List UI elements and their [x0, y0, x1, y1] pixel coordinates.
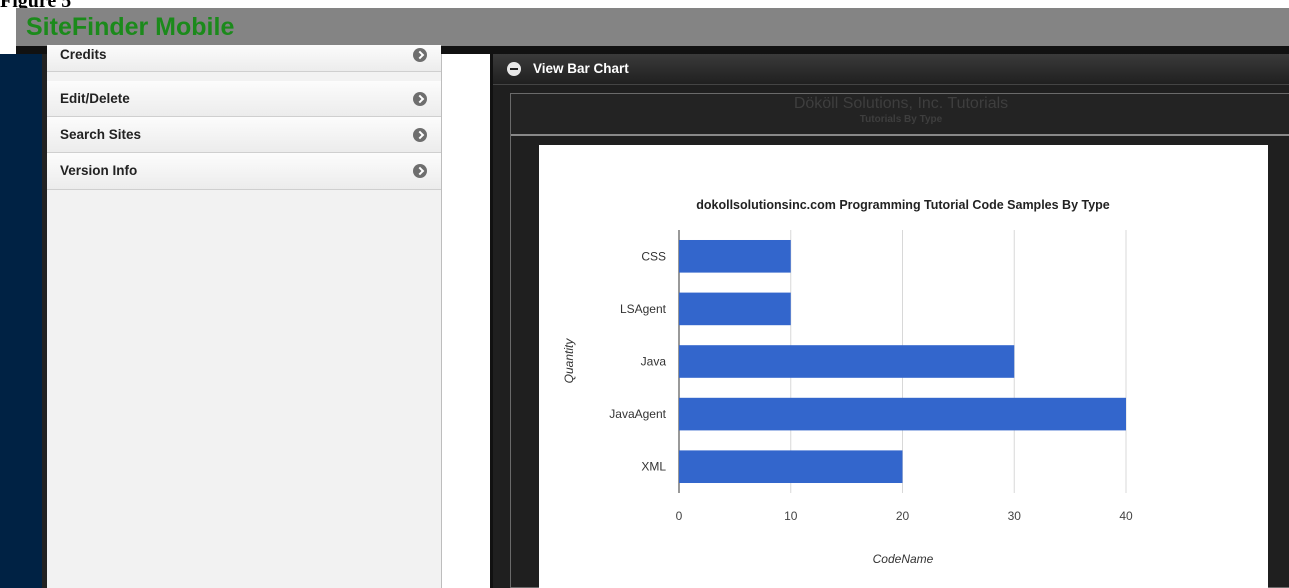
sidebar-item-label: Edit/Delete: [60, 91, 130, 106]
panel-title: View Bar Chart: [533, 61, 629, 76]
sidebar: Credits Edit/Delete Search Sites Version…: [47, 45, 442, 588]
x-tick-label: 30: [1008, 509, 1022, 523]
sidebar-item-credits[interactable]: Credits: [47, 45, 441, 72]
bar: [679, 397, 1126, 431]
chevron-right-icon: [413, 164, 427, 178]
sidebar-item-label: Credits: [60, 47, 107, 62]
category-label: CSS: [641, 249, 666, 263]
sidebar-item-label: Search Sites: [60, 127, 142, 142]
sidebar-item-search-sites[interactable]: Search Sites: [47, 117, 441, 153]
sidebar-item-label: Version Info: [60, 163, 138, 178]
x-tick-label: 40: [1119, 509, 1133, 523]
view-bar-chart-toggle[interactable]: View Bar Chart: [493, 54, 1289, 85]
y-axis-title: Quantity: [562, 338, 576, 384]
bar: [679, 345, 1015, 378]
bar: [679, 239, 791, 273]
report-header: Dököll Solutions, Inc. Tutorials Tutoria…: [511, 94, 1289, 136]
category-label: JavaAgent: [609, 407, 666, 421]
chart-title: dokollsolutionsinc.com Programming Tutor…: [696, 198, 1110, 212]
x-tick-label: 20: [896, 509, 910, 523]
sidebar-item-edit-delete[interactable]: Edit/Delete: [47, 81, 441, 117]
report-title: Dököll Solutions, Inc. Tutorials: [793, 95, 1009, 112]
x-tick-label: 0: [676, 509, 683, 523]
left-edge-strip: [0, 54, 42, 588]
x-tick-label: 10: [784, 509, 798, 523]
bar: [679, 292, 791, 326]
category-label: XML: [641, 460, 666, 474]
bar: [679, 450, 903, 484]
category-label: Java: [641, 355, 667, 369]
report-subtitle: Tutorials By Type: [859, 114, 943, 125]
report-container: Dököll Solutions, Inc. Tutorials Tutoria…: [510, 93, 1289, 588]
sidebar-item-version-info[interactable]: Version Info: [47, 153, 441, 190]
chart-card: dokollsolutionsinc.com Programming Tutor…: [539, 145, 1268, 588]
app-header: SiteFinder Mobile: [16, 8, 1289, 46]
chart-panel: View Bar Chart Dököll Solutions, Inc. Tu…: [490, 54, 1289, 588]
bar-chart: dokollsolutionsinc.com Programming Tutor…: [562, 198, 1133, 566]
chevron-right-icon: [413, 128, 427, 142]
category-label: LSAgent: [620, 302, 667, 316]
app-title: SiteFinder Mobile: [26, 13, 235, 41]
content-gutter: [442, 54, 490, 588]
minus-icon[interactable]: [507, 62, 521, 76]
chevron-right-icon: [413, 48, 427, 62]
x-axis-title: CodeName: [873, 552, 934, 566]
chevron-right-icon: [413, 92, 427, 106]
